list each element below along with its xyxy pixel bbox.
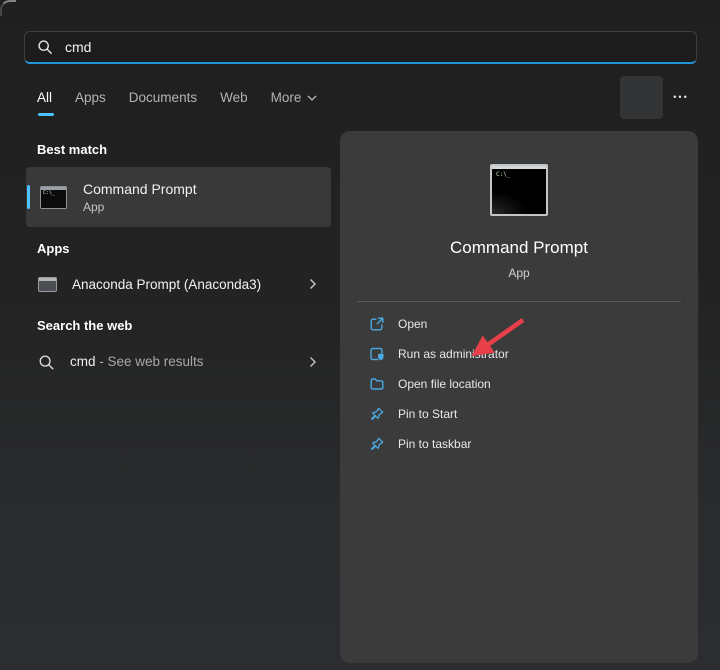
search-bar[interactable] — [24, 31, 697, 64]
anaconda-prompt-icon — [38, 277, 57, 292]
web-query: cmd — [70, 354, 96, 369]
result-title: Command Prompt — [83, 181, 197, 197]
selection-accent-bar — [27, 185, 30, 209]
active-tab-indicator — [38, 113, 54, 116]
web-suffix: - See web results — [96, 354, 204, 369]
window-corner-highlight — [0, 0, 16, 16]
search-input[interactable] — [65, 39, 684, 55]
divider — [357, 301, 681, 302]
tab-web[interactable]: Web — [220, 90, 248, 105]
action-run-as-administrator[interactable]: Run as administrator — [340, 339, 698, 369]
open-icon — [369, 316, 385, 332]
command-prompt-icon: C:\_ — [490, 164, 548, 216]
pin-icon — [369, 406, 385, 422]
action-pin-to-taskbar[interactable]: Pin to taskbar — [340, 429, 698, 459]
action-open-file-location[interactable]: Open file location — [340, 369, 698, 399]
search-web-header: Search the web — [37, 318, 132, 333]
tab-more[interactable]: More — [271, 90, 318, 105]
action-open[interactable]: Open — [340, 309, 698, 339]
action-list: Open Run as administrator Open file loca… — [340, 309, 698, 459]
preview-subtitle: App — [508, 266, 529, 280]
pin-icon — [369, 436, 385, 452]
chevron-right-icon[interactable] — [309, 278, 317, 290]
run-as-admin-icon — [369, 346, 385, 362]
search-filter-tabs: All Apps Documents Web More — [37, 90, 317, 105]
hover-highlight-square — [620, 76, 663, 119]
best-match-header: Best match — [37, 142, 107, 157]
preview-title: Command Prompt — [450, 238, 588, 258]
apps-result-anaconda[interactable]: Anaconda Prompt (Anaconda3) — [26, 262, 331, 306]
web-result-cmd[interactable]: cmd - See web results — [26, 340, 331, 384]
command-prompt-icon: C:\_ — [40, 186, 67, 209]
folder-icon — [369, 376, 385, 392]
tab-documents[interactable]: Documents — [129, 90, 197, 105]
tab-apps[interactable]: Apps — [75, 90, 106, 105]
chevron-right-icon[interactable] — [309, 356, 317, 368]
best-match-result[interactable]: C:\_ Command Prompt App — [26, 167, 331, 227]
search-icon — [37, 39, 53, 55]
action-pin-to-start[interactable]: Pin to Start — [340, 399, 698, 429]
search-icon — [38, 354, 55, 371]
chevron-down-icon — [307, 95, 317, 101]
apps-header: Apps — [37, 241, 70, 256]
tab-all[interactable]: All — [37, 90, 52, 105]
preview-panel: C:\_ Command Prompt App Open Run as admi… — [340, 131, 698, 663]
more-options-button[interactable]: ••• — [666, 87, 696, 107]
result-title: Anaconda Prompt (Anaconda3) — [72, 277, 261, 292]
result-subtitle: App — [83, 200, 197, 214]
